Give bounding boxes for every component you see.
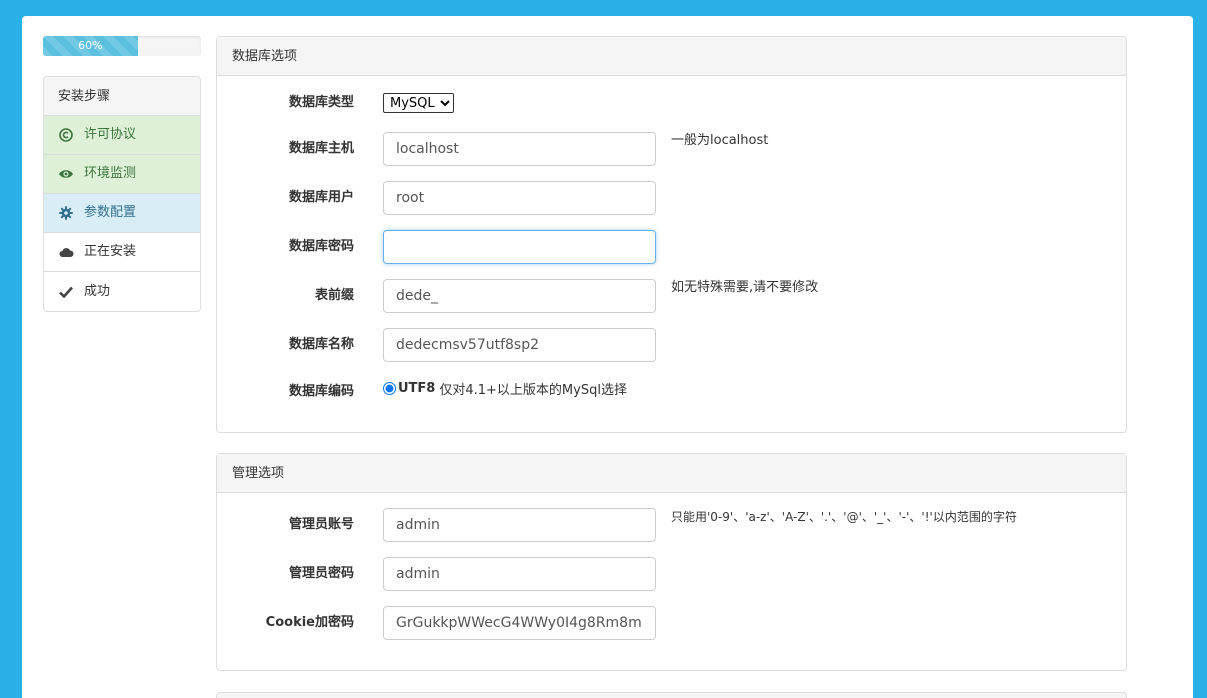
database-options-panel: 数据库选项 数据库类型 MySQL 数据库主机 一般为localhost 数据库… [216,36,1127,433]
install-progress: 60% [43,36,201,56]
step-label: 参数配置 [84,205,137,220]
installer-page: 60% 安装步骤 许可协议 环境监测 参数配置 正在安装 成功 数据库选项 数据… [22,16,1193,698]
db-charset-value: UTF8 [398,381,436,396]
step-env-check[interactable]: 环境监测 [44,155,200,194]
admin-account-label: 管理员账号 [288,517,354,532]
database-options-title: 数据库选项 [217,37,1126,76]
db-user-label: 数据库用户 [288,190,354,205]
db-user-input[interactable] [383,181,656,215]
db-host-input[interactable] [383,132,656,166]
db-type-label: 数据库类型 [288,95,354,110]
db-name-row: 数据库名称 [217,328,1126,362]
install-steps: 安装步骤 许可协议 环境监测 参数配置 正在安装 成功 [43,76,201,312]
db-host-label: 数据库主机 [288,141,354,156]
check-icon [58,284,74,300]
db-password-label: 数据库密码 [288,239,354,254]
db-charset-label: 数据库编码 [288,384,354,399]
install-progress-bar: 60% [43,36,138,56]
step-label: 许可协议 [84,127,137,142]
db-type-select[interactable]: MySQL [383,93,454,113]
admin-options-panel: 管理选项 管理员账号 只能用'0-9'、'a-z'、'A-Z'、'.'、'@'、… [216,453,1127,671]
admin-password-input[interactable] [383,557,656,591]
next-panel-edge [216,692,1127,698]
copyright-icon [58,127,74,143]
step-label: 成功 [84,283,111,299]
db-charset-row: 数据库编码 UTF8 仅对4.1+以上版本的MySql选择 [217,377,1126,411]
db-charset-note: 仅对4.1+以上版本的MySql选择 [439,383,627,398]
cookie-key-label: Cookie加密码 [265,615,354,630]
step-label: 环境监测 [84,166,137,181]
step-label: 正在安装 [84,244,137,259]
cloud-icon [58,244,74,260]
gear-icon [58,205,74,221]
step-config[interactable]: 参数配置 [44,194,200,233]
step-installing[interactable]: 正在安装 [44,233,200,272]
table-prefix-label: 表前缀 [314,288,354,303]
admin-password-label: 管理员密码 [288,566,354,581]
db-name-input[interactable] [383,328,656,362]
admin-account-row: 管理员账号 只能用'0-9'、'a-z'、'A-Z'、'.'、'@'、'_'、'… [217,508,1126,542]
table-prefix-help: 如无特殊需要,请不要修改 [671,280,819,295]
db-charset-option: UTF8 仅对4.1+以上版本的MySql选择 [383,379,627,398]
db-name-label: 数据库名称 [288,337,354,352]
db-charset-utf8-radio[interactable] [383,382,396,395]
db-password-row: 数据库密码 [217,230,1126,264]
admin-password-row: 管理员密码 [217,557,1126,591]
db-host-row: 数据库主机 一般为localhost [217,132,1126,166]
table-prefix-input[interactable] [383,279,656,313]
cookie-key-row: Cookie加密码 [217,606,1126,640]
admin-account-help: 只能用'0-9'、'a-z'、'A-Z'、'.'、'@'、'_'、'-'、'!'… [671,510,1017,524]
db-type-row: 数据库类型 MySQL [217,93,1126,127]
install-steps-title: 安装步骤 [44,77,200,116]
admin-account-input[interactable] [383,508,656,542]
db-host-help: 一般为localhost [671,133,769,148]
admin-options-title: 管理选项 [217,454,1126,493]
step-success[interactable]: 成功 [44,272,200,311]
step-license[interactable]: 许可协议 [44,116,200,155]
cookie-key-input[interactable] [383,606,656,640]
eye-icon [58,166,74,182]
db-password-input[interactable] [383,230,656,264]
table-prefix-row: 表前缀 如无特殊需要,请不要修改 [217,279,1126,313]
db-user-row: 数据库用户 [217,181,1126,215]
